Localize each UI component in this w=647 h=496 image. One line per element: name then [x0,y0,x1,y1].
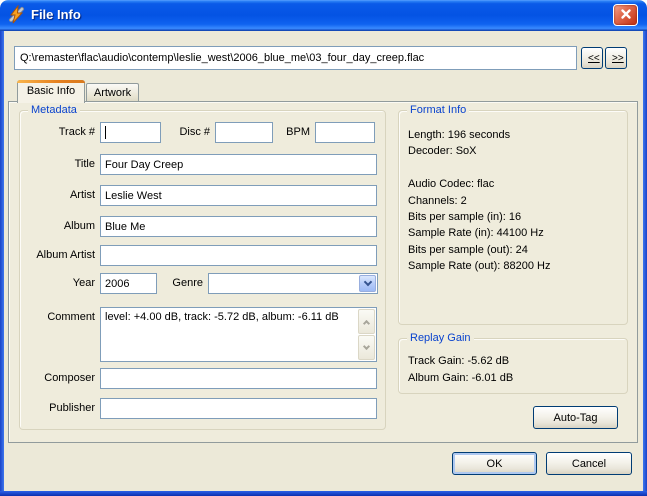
comment-textarea[interactable]: level: +4.00 dB, track: -5.72 dB, album:… [100,307,377,362]
format-info-lines: Length: 196 seconds Decoder: SoX Audio C… [408,127,623,275]
file-path-input[interactable] [14,46,577,70]
window-frame-left [0,31,4,496]
format-info-line [408,160,623,176]
window-frame-right [643,31,647,496]
scroll-up-button[interactable] [358,309,375,334]
artist-input[interactable] [100,185,377,206]
genre-label: Genre [160,273,203,294]
disc-number-label: Disc # [163,122,210,143]
replay-gain-line: Track Gain: -5.62 dB [408,353,623,370]
composer-label: Composer [18,368,95,389]
comment-scrollbar[interactable] [358,309,375,360]
previous-file-button[interactable]: << [581,47,603,69]
replay-gain-lines: Track Gain: -5.62 dB Album Gain: -6.01 d… [408,353,623,387]
text-caret [105,126,106,139]
format-info-line: Audio Codec: flac [408,176,623,192]
chevron-down-icon [363,343,370,350]
file-info-dialog: File Info << >> Basic Info Artwork Metad… [0,0,647,496]
close-button[interactable] [613,4,638,26]
composer-input[interactable] [100,368,377,389]
replay-gain-line: Album Gain: -6.01 dB [408,370,623,387]
genre-combobox[interactable] [208,273,378,294]
metadata-legend: Metadata [28,104,80,117]
track-number-input[interactable] [100,122,161,143]
format-info-line: Bits per sample (out): 24 [408,242,623,258]
replay-gain-legend: Replay Gain [407,332,474,345]
year-label: Year [18,273,95,294]
titlebar[interactable]: File Info [0,0,647,31]
window-title: File Info [31,7,81,22]
chevron-down-icon [363,278,371,286]
format-info-line: Length: 196 seconds [408,127,623,143]
title-label: Title [18,154,95,175]
format-info-line: Sample Rate (out): 88200 Hz [408,258,623,274]
artist-label: Artist [18,185,95,206]
publisher-input[interactable] [100,398,377,419]
window-frame-bottom [0,491,647,496]
tab-basic-info-label: Basic Info [27,85,75,97]
bpm-input[interactable] [315,122,375,143]
format-info-line: Bits per sample (in): 16 [408,209,623,225]
bpm-label: BPM [272,122,310,143]
album-artist-label: Album Artist [18,245,95,266]
winamp-lightning-icon [7,5,27,25]
format-info-legend: Format Info [407,104,469,117]
track-number-label: Track # [18,122,95,143]
cancel-button[interactable]: Cancel [546,452,632,475]
album-label: Album [18,216,95,237]
album-artist-input[interactable] [100,245,377,266]
album-input[interactable] [100,216,377,237]
year-input[interactable] [100,273,157,294]
scroll-down-button[interactable] [358,335,375,360]
chevron-up-icon [363,319,370,326]
format-info-line: Sample Rate (in): 44100 Hz [408,225,623,241]
comment-label: Comment [18,307,95,328]
title-input[interactable] [100,154,377,175]
next-file-button[interactable]: >> [605,47,627,69]
format-info-line: Channels: 2 [408,193,623,209]
ok-button[interactable]: OK [452,452,537,475]
tab-artwork[interactable]: Artwork [86,83,139,101]
auto-tag-button[interactable]: Auto-Tag [533,406,618,429]
close-icon [620,8,632,23]
genre-dropdown-button[interactable] [359,275,376,292]
format-info-line: Decoder: SoX [408,143,623,159]
tab-basic-info[interactable]: Basic Info [17,80,85,103]
publisher-label: Publisher [18,398,95,419]
tab-artwork-label: Artwork [94,87,131,99]
disc-number-input[interactable] [215,122,273,143]
